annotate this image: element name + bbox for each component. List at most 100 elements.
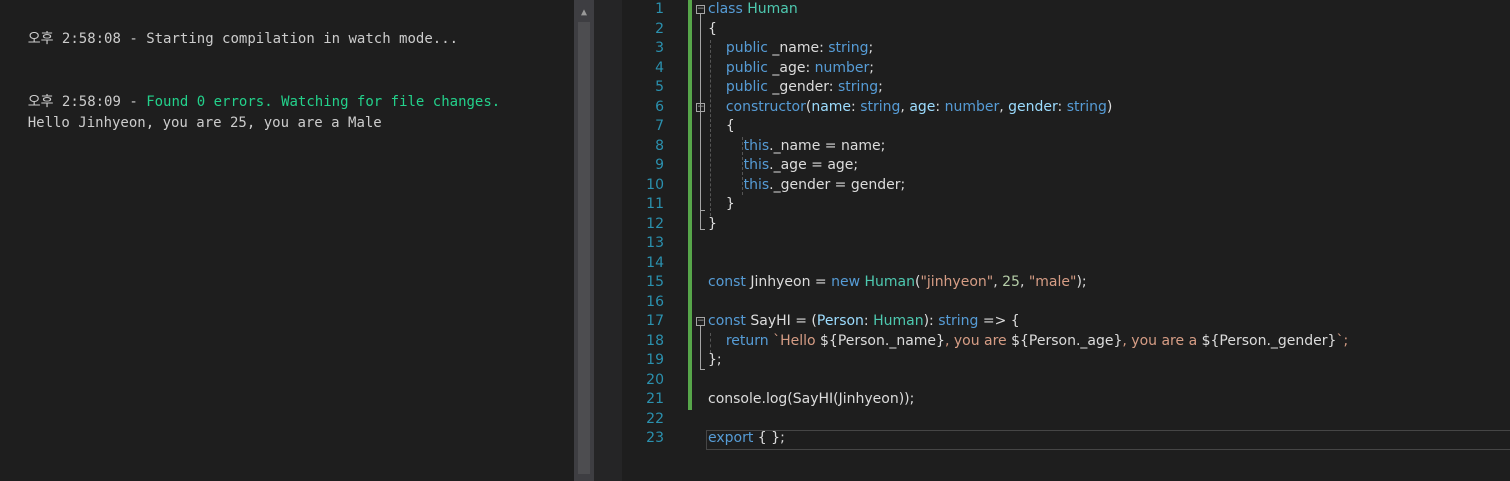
code-text: ;	[869, 59, 874, 76]
type-keyword: number	[944, 98, 1000, 115]
code-line-15[interactable]: const Jinhyeon = new Human("jinhyeon", 2…	[708, 273, 1087, 293]
code-line-18[interactable]: return `Hello ${Person._name}, you are $…	[708, 332, 1348, 352]
keyword-public: public	[725, 59, 768, 76]
keyword-this: this	[743, 157, 770, 173]
code-line-9[interactable]: this._age = age;	[708, 156, 859, 176]
code-text: {	[708, 20, 717, 37]
line-number: 18	[646, 332, 664, 349]
type-name: Human	[864, 274, 916, 290]
line-number: 9	[655, 157, 664, 173]
type-name: Human	[747, 1, 798, 17]
panel-divider[interactable]	[594, 0, 622, 481]
code-text: }	[725, 196, 735, 212]
keyword-this: this	[743, 176, 770, 193]
template-text: , you are a	[1122, 332, 1202, 349]
fold-collapse-icon[interactable]: −	[696, 317, 705, 326]
terminal-line-1: 오후 2:58:08 - Starting compilation in wat…	[0, 8, 458, 47]
fold-region-end	[700, 369, 705, 370]
code-text: ;	[868, 40, 874, 56]
line-number: 1	[655, 1, 664, 17]
keyword-public: public	[725, 79, 768, 95]
template-text: `Hello	[768, 332, 821, 349]
code-line-23[interactable]: export { };	[708, 429, 785, 449]
code-line-17[interactable]: const SayHI = (Person: Human): string =>…	[708, 312, 1020, 332]
code-text: _age:	[772, 59, 815, 76]
template-text: `;	[1336, 332, 1349, 349]
code-text: ._age = age;	[769, 157, 859, 173]
template-expr: ${Person._name}	[820, 332, 945, 349]
code-text: console.log(SayHI(Jinhyeon));	[708, 391, 915, 407]
fold-collapse-icon[interactable]: −	[696, 103, 705, 112]
param-name: age	[909, 98, 936, 115]
keyword-class: class	[708, 1, 743, 17]
terminal-line-1-text: 오후 2:58:08 - Starting compilation in wat…	[27, 31, 459, 47]
code-line-7[interactable]: {	[708, 117, 735, 137]
line-number: 17	[646, 313, 664, 329]
type-keyword: string	[828, 40, 869, 56]
line-number: 14	[646, 254, 664, 271]
terminal-line-2: 오후 2:58:09 - Found 0 errors. Watching fo…	[0, 71, 501, 110]
fold-collapse-icon[interactable]: −	[696, 5, 705, 14]
string-literal: "male"	[1028, 274, 1077, 290]
param-name: name	[811, 98, 852, 115]
code-line-2[interactable]: {	[708, 20, 717, 40]
terminal-line-3: Hello Jinhyeon, you are 25, you are a Ma…	[0, 92, 382, 131]
line-number: 2	[655, 20, 664, 37]
type-name: Human	[873, 313, 924, 329]
line-number: 23	[646, 430, 664, 446]
code-text: Jinhyeon =	[745, 274, 832, 290]
code-text: ._name = name;	[769, 137, 886, 154]
code-text: { };	[753, 430, 785, 446]
keyword-constructor: constructor	[725, 98, 806, 115]
code-line-11[interactable]: }	[708, 195, 735, 215]
number-literal: 25	[1002, 274, 1020, 290]
keyword-new: new	[831, 274, 861, 290]
code-line-3[interactable]: public _name: string;	[708, 39, 873, 59]
code-line-21[interactable]: console.log(SayHI(Jinhyeon));	[708, 390, 914, 410]
line-number: 8	[655, 137, 664, 154]
code-editor[interactable]: 1 2 3 4 5 6 7 8 9 10 11 12 13 14 15 16 17 18 19 20 21 22 23 − …	[622, 0, 1510, 481]
line-number: 20	[646, 371, 664, 388]
scrollbar-thumb[interactable]	[578, 22, 590, 474]
type-keyword: string	[860, 98, 901, 115]
template-expr: ${Person._age}	[1011, 332, 1123, 349]
type-keyword: number	[814, 59, 870, 76]
line-number: 13	[646, 235, 664, 251]
line-number: 21	[646, 391, 664, 407]
code-text: ;	[878, 79, 883, 95]
terminal-output-panel[interactable]: 오후 2:58:08 - Starting compilation in wat…	[0, 0, 574, 481]
line-number: 6	[655, 98, 664, 115]
template-expr: ${Person._gender}	[1201, 332, 1337, 349]
line-number: 7	[655, 118, 664, 134]
code-line-4[interactable]: public _age: number;	[708, 59, 874, 79]
change-indicator-bar	[688, 0, 692, 410]
code-line-8[interactable]: this._name = name;	[708, 137, 886, 157]
code-text: };	[708, 352, 722, 368]
line-number: 16	[646, 293, 664, 310]
line-number: 11	[646, 196, 664, 212]
code-text: _gender:	[772, 79, 838, 95]
param-name: gender	[1008, 98, 1058, 115]
fold-region-line	[700, 112, 701, 210]
code-line-1[interactable]: class Human	[708, 0, 798, 20]
code-line-12[interactable]: }	[708, 215, 717, 235]
string-literal: "jinhyeon"	[920, 274, 994, 290]
code-line-6[interactable]: constructor(name: string, age: number, g…	[708, 98, 1113, 118]
code-text: }	[708, 215, 717, 232]
code-text: {	[725, 118, 735, 134]
line-number: 19	[646, 352, 664, 368]
type-keyword: string	[837, 79, 879, 95]
fold-region-line	[700, 326, 701, 369]
scroll-up-arrow-icon[interactable]: ▲	[574, 6, 594, 20]
code-line-10[interactable]: this._gender = gender;	[708, 176, 906, 196]
terminal-scrollbar[interactable]: ▲	[574, 0, 594, 481]
keyword-const: const	[708, 313, 746, 329]
code-line-5[interactable]: public _gender: string;	[708, 78, 883, 98]
template-text: , you are	[944, 332, 1012, 349]
keyword-this: this	[743, 137, 770, 154]
keyword-const: const	[708, 274, 746, 290]
line-number: 10	[646, 176, 664, 193]
param-name: Person	[816, 313, 864, 329]
code-text: ._gender = gender;	[769, 176, 906, 193]
code-line-19[interactable]: };	[708, 351, 722, 371]
